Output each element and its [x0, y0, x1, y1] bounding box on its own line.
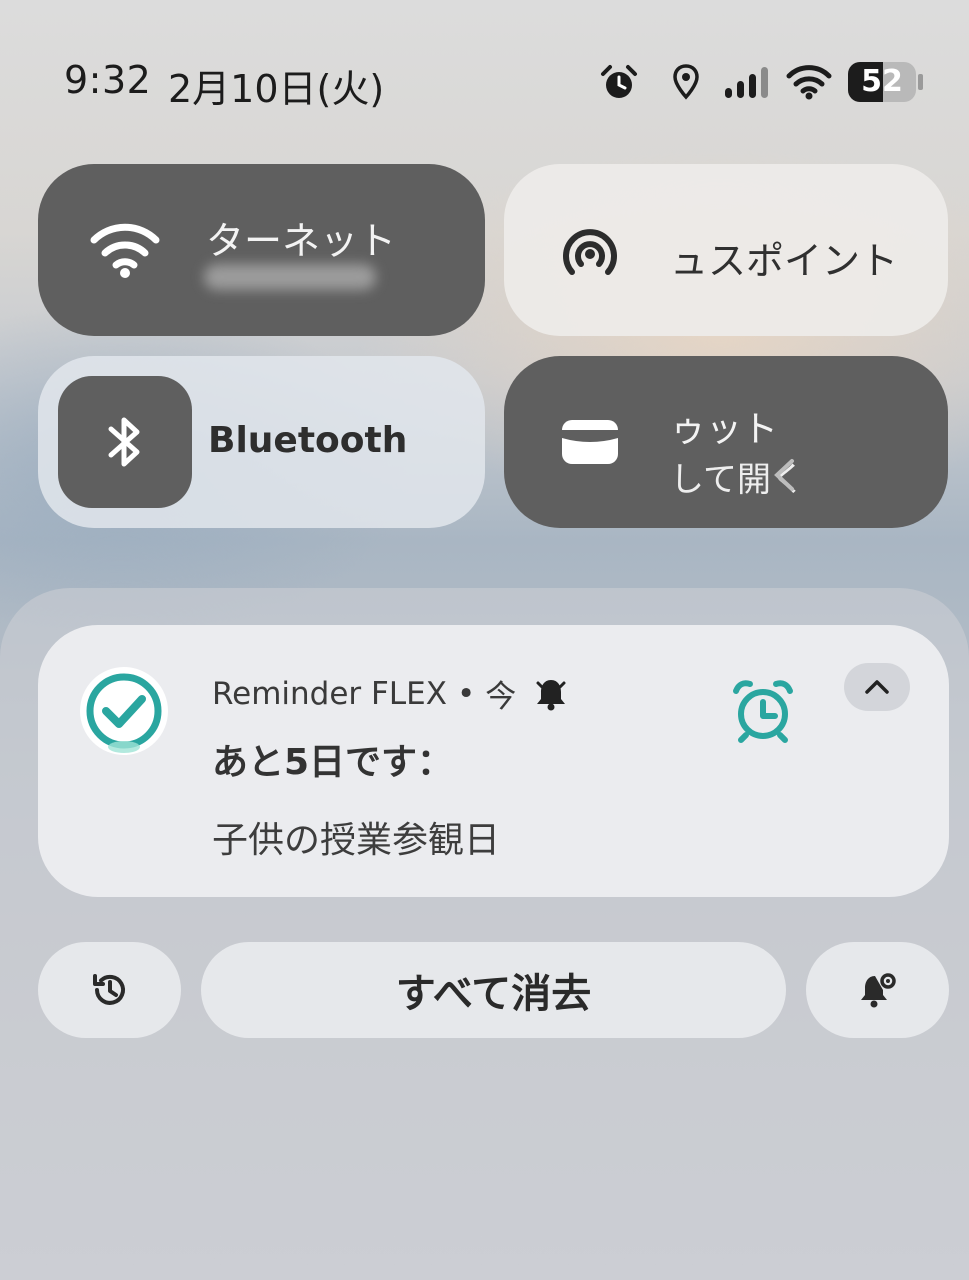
wallet-tile-label: ゥット: [670, 409, 779, 450]
hotspot-icon: [563, 229, 617, 275]
clock-date: 2月10日(火): [168, 67, 385, 111]
notification-body: 子供の授業参観日: [212, 820, 501, 861]
alarm-clock-icon: [733, 680, 793, 743]
location-icon: [673, 64, 699, 100]
alarm-status-icon: [601, 65, 637, 98]
bluetooth-tile-label: Bluetooth: [208, 420, 408, 461]
status-bar: 9:32 2月10日(火) 52: [0, 0, 969, 160]
bell-icon: [536, 679, 566, 710]
bluetooth-tile[interactable]: Bluetooth: [38, 356, 485, 528]
wifi-status-icon: [786, 65, 832, 100]
notification-title: あと5日です：: [212, 742, 454, 783]
notification-card[interactable]: Reminder FLEX • 今 あと5日です： 子供の授業参観日: [38, 625, 949, 897]
notification-settings-button[interactable]: [806, 942, 949, 1038]
battery-percentage: 52: [861, 64, 903, 99]
clear-all-button[interactable]: すべて消去: [201, 942, 786, 1038]
chevron-up-icon: [865, 680, 889, 694]
internet-tile[interactable]: ターネット: [38, 164, 485, 336]
notification-time: 今: [485, 679, 517, 715]
notification-header: Reminder FLEX • 今: [212, 671, 568, 716]
clear-all-label: すべて消去: [395, 971, 592, 1017]
notification-history-button[interactable]: [38, 942, 181, 1038]
notification-settings-icon: [860, 973, 896, 1008]
hotspot-tile[interactable]: ュスポイント: [504, 164, 948, 336]
collapse-notification-button[interactable]: [844, 663, 910, 711]
header-separator: •: [456, 675, 476, 712]
bluetooth-icon: [108, 417, 140, 467]
cellular-signal-icon: [725, 67, 768, 98]
wifi-icon: [90, 223, 160, 278]
chevron-left-icon: [774, 459, 794, 491]
wallet-card-icon: [562, 420, 618, 464]
clock-time: 9:32: [64, 58, 152, 102]
app-name: Reminder FLEX: [212, 675, 447, 712]
hotspot-tile-label: ュスポイント: [670, 239, 899, 283]
wallet-tile[interactable]: ゥット して開く: [504, 356, 948, 528]
history-icon: [92, 974, 125, 1005]
bluetooth-toggle[interactable]: [58, 376, 192, 508]
reminder-flex-app-icon: [80, 667, 168, 755]
internet-network-name-redacted: [204, 264, 376, 290]
battery-icon: 52: [848, 62, 924, 102]
internet-tile-label: ターネット: [206, 219, 397, 263]
